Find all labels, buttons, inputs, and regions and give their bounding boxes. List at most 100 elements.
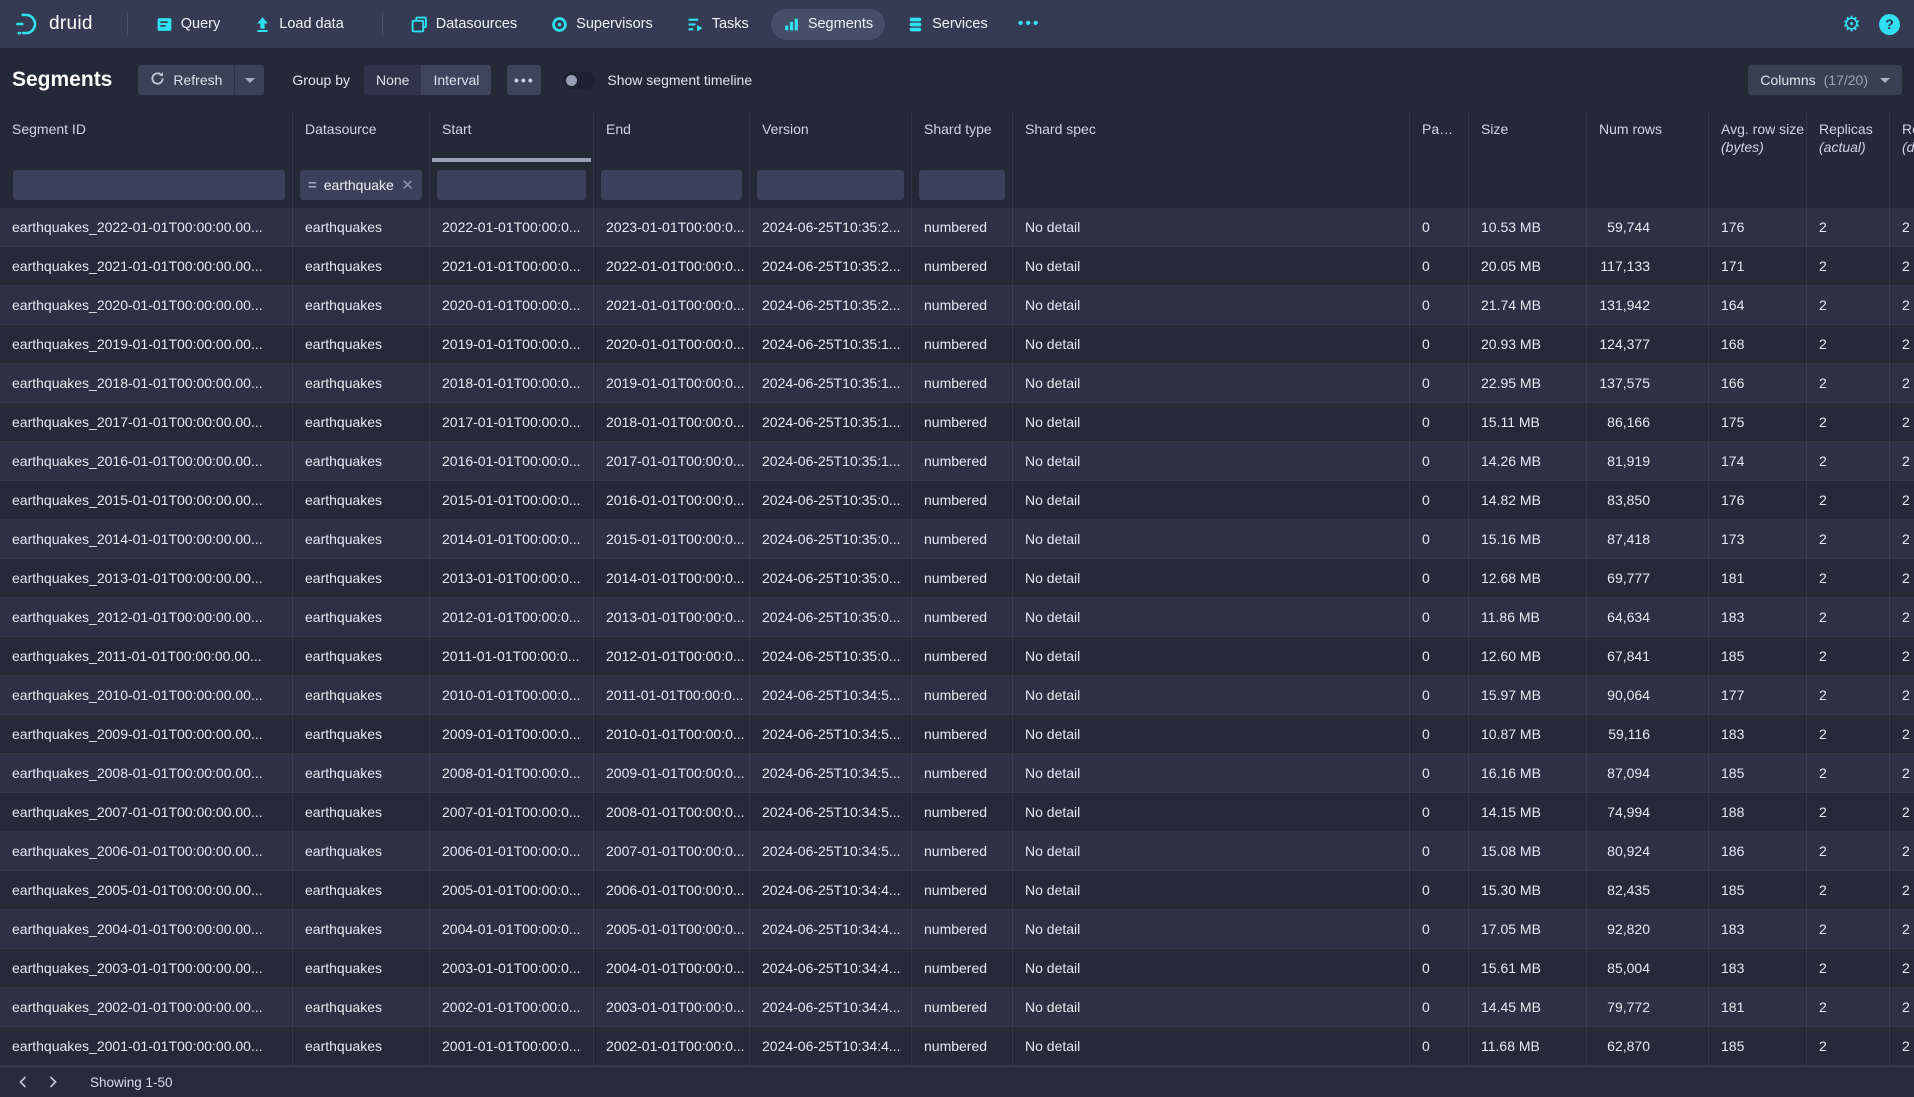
cell-datasource: earthquakes bbox=[293, 715, 430, 753]
cell-shard-spec: No detail bbox=[1013, 247, 1410, 285]
cell-start: 2008-01-01T00:00:0... bbox=[430, 754, 594, 792]
nav-item-tasks[interactable]: Tasks bbox=[675, 9, 761, 40]
column-header-num-rows[interactable]: Num rows bbox=[1587, 112, 1709, 162]
version-filter-input[interactable] bbox=[757, 170, 904, 200]
column-header-avg-row-size[interactable]: Avg. row size(bytes) bbox=[1709, 112, 1807, 162]
table-row[interactable]: earthquakes_2014-01-01T00:00:00.00... ea… bbox=[0, 520, 1914, 559]
table-row[interactable]: earthquakes_2019-01-01T00:00:00.00... ea… bbox=[0, 325, 1914, 364]
table-row[interactable]: earthquakes_2012-01-01T00:00:00.00... ea… bbox=[0, 598, 1914, 637]
datasource-filter-tag[interactable]: = earthquakes ✕ bbox=[300, 170, 422, 200]
cell-replicas-desired: 2 bbox=[1890, 676, 1914, 714]
column-header-segment-id[interactable]: Segment ID bbox=[0, 112, 293, 162]
group-by-none-button[interactable]: None bbox=[364, 65, 421, 95]
cell-shard-spec: No detail bbox=[1013, 598, 1410, 636]
cell-version: 2024-06-25T10:34:5... bbox=[750, 832, 912, 870]
table-row[interactable]: earthquakes_2022-01-01T00:00:00.00... ea… bbox=[0, 208, 1914, 247]
cell-partition: 0 bbox=[1410, 208, 1469, 246]
segments-toolbar: Segments Refresh Group by None Interval … bbox=[0, 48, 1914, 112]
column-header-partition[interactable]: Partition bbox=[1410, 112, 1469, 162]
table-row[interactable]: earthquakes_2004-01-01T00:00:00.00... ea… bbox=[0, 910, 1914, 949]
brand[interactable]: druid bbox=[14, 11, 93, 37]
cell-end: 2021-01-01T00:00:0... bbox=[594, 286, 750, 324]
cell-replicas-actual: 2 bbox=[1807, 403, 1890, 441]
next-page-button[interactable] bbox=[38, 1069, 68, 1095]
nav-item-load-data[interactable]: Load data bbox=[242, 9, 356, 40]
column-header-replicas-actual[interactable]: Replicas(actual) bbox=[1807, 112, 1890, 162]
cell-shard-type: numbered bbox=[912, 637, 1013, 675]
column-header-shard-type[interactable]: Shard type bbox=[912, 112, 1013, 162]
refresh-dropdown-button[interactable] bbox=[234, 65, 264, 95]
table-row[interactable]: earthquakes_2006-01-01T00:00:00.00... ea… bbox=[0, 832, 1914, 871]
cell-shard-type: numbered bbox=[912, 676, 1013, 714]
table-row[interactable]: earthquakes_2009-01-01T00:00:00.00... ea… bbox=[0, 715, 1914, 754]
table-row[interactable]: earthquakes_2005-01-01T00:00:00.00... ea… bbox=[0, 871, 1914, 910]
nav-item-datasources[interactable]: Datasources bbox=[399, 9, 529, 40]
refresh-icon bbox=[150, 71, 165, 89]
end-filter-input[interactable] bbox=[601, 170, 742, 200]
table-row[interactable]: earthquakes_2017-01-01T00:00:00.00... ea… bbox=[0, 403, 1914, 442]
table-row[interactable]: earthquakes_2011-01-01T00:00:00.00... ea… bbox=[0, 637, 1914, 676]
segment-timeline-toggle[interactable] bbox=[563, 72, 595, 89]
help-icon[interactable]: ? bbox=[1879, 14, 1900, 35]
previous-page-button[interactable] bbox=[8, 1069, 38, 1095]
settings-gear-icon[interactable]: ⚙ bbox=[1842, 14, 1861, 35]
nav-item-query[interactable]: Query bbox=[144, 9, 233, 40]
cell-shard-spec: No detail bbox=[1013, 1027, 1410, 1065]
remove-filter-icon[interactable]: ✕ bbox=[401, 176, 414, 194]
cell-num-rows: 74,994 bbox=[1587, 793, 1709, 831]
table-row[interactable]: earthquakes_2008-01-01T00:00:00.00... ea… bbox=[0, 754, 1914, 793]
cell-size: 14.45 MB bbox=[1469, 988, 1587, 1026]
cell-shard-type: numbered bbox=[912, 598, 1013, 636]
columns-button[interactable]: Columns (17/20) bbox=[1748, 65, 1902, 95]
table-row[interactable]: earthquakes_2010-01-01T00:00:00.00... ea… bbox=[0, 676, 1914, 715]
column-header-start[interactable]: Start bbox=[430, 112, 594, 162]
cell-replicas-desired: 2 bbox=[1890, 559, 1914, 597]
segment-id-filter-input[interactable] bbox=[13, 170, 285, 200]
start-filter-input[interactable] bbox=[437, 170, 586, 200]
table-row[interactable]: earthquakes_2007-01-01T00:00:00.00... ea… bbox=[0, 793, 1914, 832]
table-row[interactable]: earthquakes_2021-01-01T00:00:00.00... ea… bbox=[0, 247, 1914, 286]
refresh-button[interactable]: Refresh bbox=[138, 65, 234, 95]
nav-item-segments[interactable]: Segments bbox=[771, 9, 885, 40]
cell-avg-row-size: 166 bbox=[1709, 364, 1807, 402]
table-row[interactable]: earthquakes_2003-01-01T00:00:00.00... ea… bbox=[0, 949, 1914, 988]
table-row[interactable]: earthquakes_2018-01-01T00:00:00.00... ea… bbox=[0, 364, 1914, 403]
nav-item-label: Services bbox=[932, 16, 988, 32]
cell-shard-type: numbered bbox=[912, 364, 1013, 402]
column-header-size[interactable]: Size bbox=[1469, 112, 1587, 162]
table-row[interactable]: earthquakes_2001-01-01T00:00:00.00... ea… bbox=[0, 1027, 1914, 1066]
cell-avg-row-size: 176 bbox=[1709, 481, 1807, 519]
nav-item-services[interactable]: Services bbox=[895, 9, 1000, 40]
table-row[interactable]: earthquakes_2002-01-01T00:00:00.00... ea… bbox=[0, 988, 1914, 1027]
cell-segment-id: earthquakes_2001-01-01T00:00:00.00... bbox=[0, 1027, 293, 1065]
cell-partition: 0 bbox=[1410, 832, 1469, 870]
cell-partition: 0 bbox=[1410, 988, 1469, 1026]
column-header-datasource[interactable]: Datasource bbox=[293, 112, 430, 162]
cell-num-rows: 79,772 bbox=[1587, 988, 1709, 1026]
group-by-label: Group by bbox=[292, 72, 350, 88]
cell-size: 10.87 MB bbox=[1469, 715, 1587, 753]
column-header-shard-spec[interactable]: Shard spec bbox=[1013, 112, 1410, 162]
column-header-end[interactable]: End bbox=[594, 112, 750, 162]
nav-item-supervisors[interactable]: Supervisors bbox=[539, 9, 665, 40]
cell-replicas-desired: 2 bbox=[1890, 286, 1914, 324]
cell-version: 2024-06-25T10:35:2... bbox=[750, 247, 912, 285]
column-header-version[interactable]: Version bbox=[750, 112, 912, 162]
group-by-interval-button[interactable]: Interval bbox=[421, 65, 491, 95]
cell-segment-id: earthquakes_2011-01-01T00:00:00.00... bbox=[0, 637, 293, 675]
table-row[interactable]: earthquakes_2013-01-01T00:00:00.00... ea… bbox=[0, 559, 1914, 598]
cell-segment-id: earthquakes_2020-01-01T00:00:00.00... bbox=[0, 286, 293, 324]
cell-size: 12.68 MB bbox=[1469, 559, 1587, 597]
cell-replicas-actual: 2 bbox=[1807, 871, 1890, 909]
more-options-button[interactable]: ••• bbox=[507, 65, 541, 95]
cell-shard-spec: No detail bbox=[1013, 520, 1410, 558]
nav-more-button[interactable]: ••• bbox=[1010, 9, 1049, 39]
table-row[interactable]: earthquakes_2016-01-01T00:00:00.00... ea… bbox=[0, 442, 1914, 481]
cell-start: 2012-01-01T00:00:0... bbox=[430, 598, 594, 636]
column-header-replicas-desired[interactable]: Replicas(desired) bbox=[1890, 112, 1914, 162]
cell-size: 14.15 MB bbox=[1469, 793, 1587, 831]
table-row[interactable]: earthquakes_2015-01-01T00:00:00.00... ea… bbox=[0, 481, 1914, 520]
cell-segment-id: earthquakes_2016-01-01T00:00:00.00... bbox=[0, 442, 293, 480]
shard-type-filter-input[interactable] bbox=[919, 170, 1005, 200]
table-row[interactable]: earthquakes_2020-01-01T00:00:00.00... ea… bbox=[0, 286, 1914, 325]
